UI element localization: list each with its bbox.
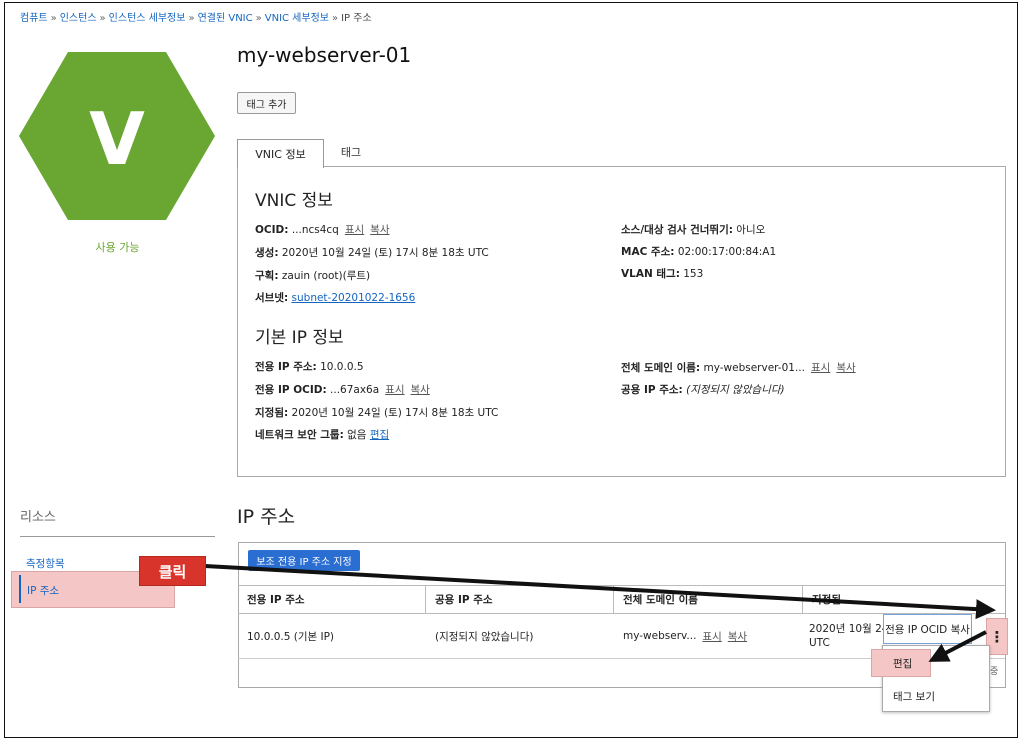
public-ip-row: 공용 IP 주소: (지정되지 않았습니다) xyxy=(621,382,785,397)
col-assigned: 지정됨 xyxy=(812,593,841,606)
cell-private-ip: 10.0.0.5 (기본 IP) xyxy=(247,630,335,643)
private-ocid-show-link[interactable]: 표시 xyxy=(385,384,404,396)
compartment-row: 구획: zauin (root)(루트) xyxy=(255,268,370,283)
vlan-row: VLAN 태그: 153 xyxy=(621,266,703,281)
fqdn-copy-link[interactable]: 복사 xyxy=(836,362,855,374)
nsg-label: 네트워크 보안 그룹: xyxy=(255,429,344,441)
created-row: 생성: 2020년 10월 24일 (토) 17시 8분 18초 UTC xyxy=(255,245,489,260)
subnet-label: 서브넷: xyxy=(255,292,289,304)
status-label: 사용 가능 xyxy=(95,241,140,254)
tab-tags[interactable]: 태그 xyxy=(329,139,373,165)
menu-item-view-tags[interactable]: 태그 보기 xyxy=(893,689,935,704)
skip-check-value: 아니오 xyxy=(736,224,766,236)
breadcrumb-current: IP 주소 xyxy=(341,13,372,24)
cell-fqdn-copy-link[interactable]: 복사 xyxy=(728,629,747,644)
breadcrumb-instance-details[interactable]: 인스턴스 세부정보 xyxy=(109,13,186,24)
fqdn-value: my-webserver-01... xyxy=(703,362,805,374)
breadcrumb-separator: » xyxy=(99,13,106,24)
col-public-ip: 공용 IP 주소 xyxy=(426,585,614,613)
vlan-label: VLAN 태그: xyxy=(621,268,680,280)
compartment-value: zauin (root)(루트) xyxy=(281,270,371,282)
assigned-label: 지정됨: xyxy=(255,407,289,419)
mac-row: MAC 주소: 02:00:17:00:84:A1 xyxy=(621,244,776,259)
cell-public-ip: (지정되지 않았습니다) xyxy=(435,630,534,643)
assigned-row: 지정됨: 2020년 10월 24일 (토) 17시 8분 18초 UTC xyxy=(255,405,498,420)
sidebar-active-indicator xyxy=(19,575,21,603)
breadcrumb-separator: » xyxy=(331,13,339,24)
cell-fqdn-value: my-webserv... xyxy=(623,630,697,642)
ocid-value: ...ncs4cq xyxy=(291,224,339,236)
avatar-letter: V xyxy=(89,97,145,181)
cell-fqdn-show-link[interactable]: 표시 xyxy=(702,629,721,644)
assign-secondary-ip-button[interactable]: 보조 전용 IP 주소 지정 xyxy=(248,550,360,571)
tab-vnic-info[interactable]: VNIC 정보 xyxy=(237,139,324,168)
primary-ip-heading: 기본 IP 정보 xyxy=(255,328,344,348)
breadcrumb-separator: » xyxy=(188,13,195,24)
sidebar-item-metrics[interactable]: 측정항목 xyxy=(26,556,65,571)
breadcrumb: 컴퓨트» 인스턴스» 인스턴스 세부정보» 연결된 VNIC» VNIC 세부정보» IP… xyxy=(20,9,372,24)
private-ocid-row: 전용 IP OCID: ...67ax6a 표시 복사 xyxy=(255,382,430,397)
ip-section-title: IP 주소 xyxy=(237,506,296,528)
public-ip-label: 공용 IP 주소: xyxy=(621,384,683,396)
cell-fqdn: my-webserv... 표시 복사 xyxy=(614,614,803,658)
nsg-row: 네트워크 보안 그룹: 없음 편집 xyxy=(255,427,389,442)
private-ocid-value: ...67ax6a xyxy=(330,384,380,396)
nsg-edit-link[interactable]: 편집 xyxy=(370,429,389,441)
copy-private-ocid-tooltip[interactable]: 전용 IP OCID 복사 xyxy=(883,614,972,644)
nsg-value: 없음 xyxy=(347,429,367,441)
vlan-value: 153 xyxy=(683,268,704,280)
mac-value: 02:00:17:00:84:A1 xyxy=(677,246,777,258)
resources-title: 리소스 xyxy=(20,510,56,525)
private-ip-label: 전용 IP 주소: xyxy=(255,361,317,373)
private-ocid-copy-link[interactable]: 복사 xyxy=(411,384,430,396)
resources-divider xyxy=(20,536,215,537)
breadcrumb-compute[interactable]: 컴퓨트 xyxy=(20,13,48,24)
subnet-link[interactable]: subnet-20201022-1656 xyxy=(292,292,416,304)
subnet-row: 서브넷: subnet-20201022-1656 xyxy=(255,290,415,305)
breadcrumb-attached-vnics[interactable]: 연결된 VNIC xyxy=(198,13,253,24)
mac-label: MAC 주소: xyxy=(621,246,675,258)
vnic-info-heading: VNIC 정보 xyxy=(255,191,333,211)
breadcrumb-separator: » xyxy=(50,13,57,24)
assigned-value: 2020년 10월 24일 (토) 17시 8분 18초 UTC xyxy=(291,407,499,419)
breadcrumb-instances[interactable]: 인스턴스 xyxy=(60,13,97,24)
breadcrumb-separator: » xyxy=(255,13,262,24)
ocid-show-link[interactable]: 표시 xyxy=(345,224,364,236)
compartment-label: 구획: xyxy=(255,270,279,282)
skip-check-row: 소스/대상 검사 건너뛰기: 아니오 xyxy=(621,222,765,237)
ocid-label: OCID: xyxy=(255,224,289,236)
private-ip-row: 전용 IP 주소: 10.0.0.5 xyxy=(255,359,364,374)
private-ocid-label: 전용 IP OCID: xyxy=(255,384,327,396)
created-value: 2020년 10월 24일 (토) 17시 8분 18초 UTC xyxy=(281,247,489,259)
ocid-row: OCID: ...ncs4cq 표시 복사 xyxy=(255,222,390,237)
fqdn-label: 전체 도메인 이름: xyxy=(621,362,701,374)
col-private-ip: 전용 IP 주소 xyxy=(238,585,426,613)
private-ip-value: 10.0.0.5 xyxy=(320,361,364,373)
sidebar-item-ip-address[interactable]: IP 주소 xyxy=(27,583,59,598)
public-ip-value: (지정되지 않았습니다) xyxy=(686,384,785,396)
breadcrumb-vnic-details[interactable]: VNIC 세부정보 xyxy=(265,13,329,24)
vnic-hexagon-icon: V xyxy=(19,52,215,220)
ocid-copy-link[interactable]: 복사 xyxy=(370,224,389,236)
footer-hint: 중 xyxy=(990,667,999,677)
fqdn-show-link[interactable]: 표시 xyxy=(811,362,830,374)
fqdn-row: 전체 도메인 이름: my-webserver-01... 표시 복사 xyxy=(621,360,856,375)
add-tag-button[interactable]: 태그 추가 xyxy=(237,92,296,114)
page-title: my-webserver-01 xyxy=(237,43,412,67)
click-annotation-label: 클릭 xyxy=(139,556,206,586)
created-label: 생성: xyxy=(255,247,279,259)
col-fqdn: 전체 도메인 이름 xyxy=(614,585,803,613)
menu-item-edit[interactable]: 편집 xyxy=(893,656,912,671)
skip-check-label: 소스/대상 검사 건너뛰기: xyxy=(621,224,733,236)
